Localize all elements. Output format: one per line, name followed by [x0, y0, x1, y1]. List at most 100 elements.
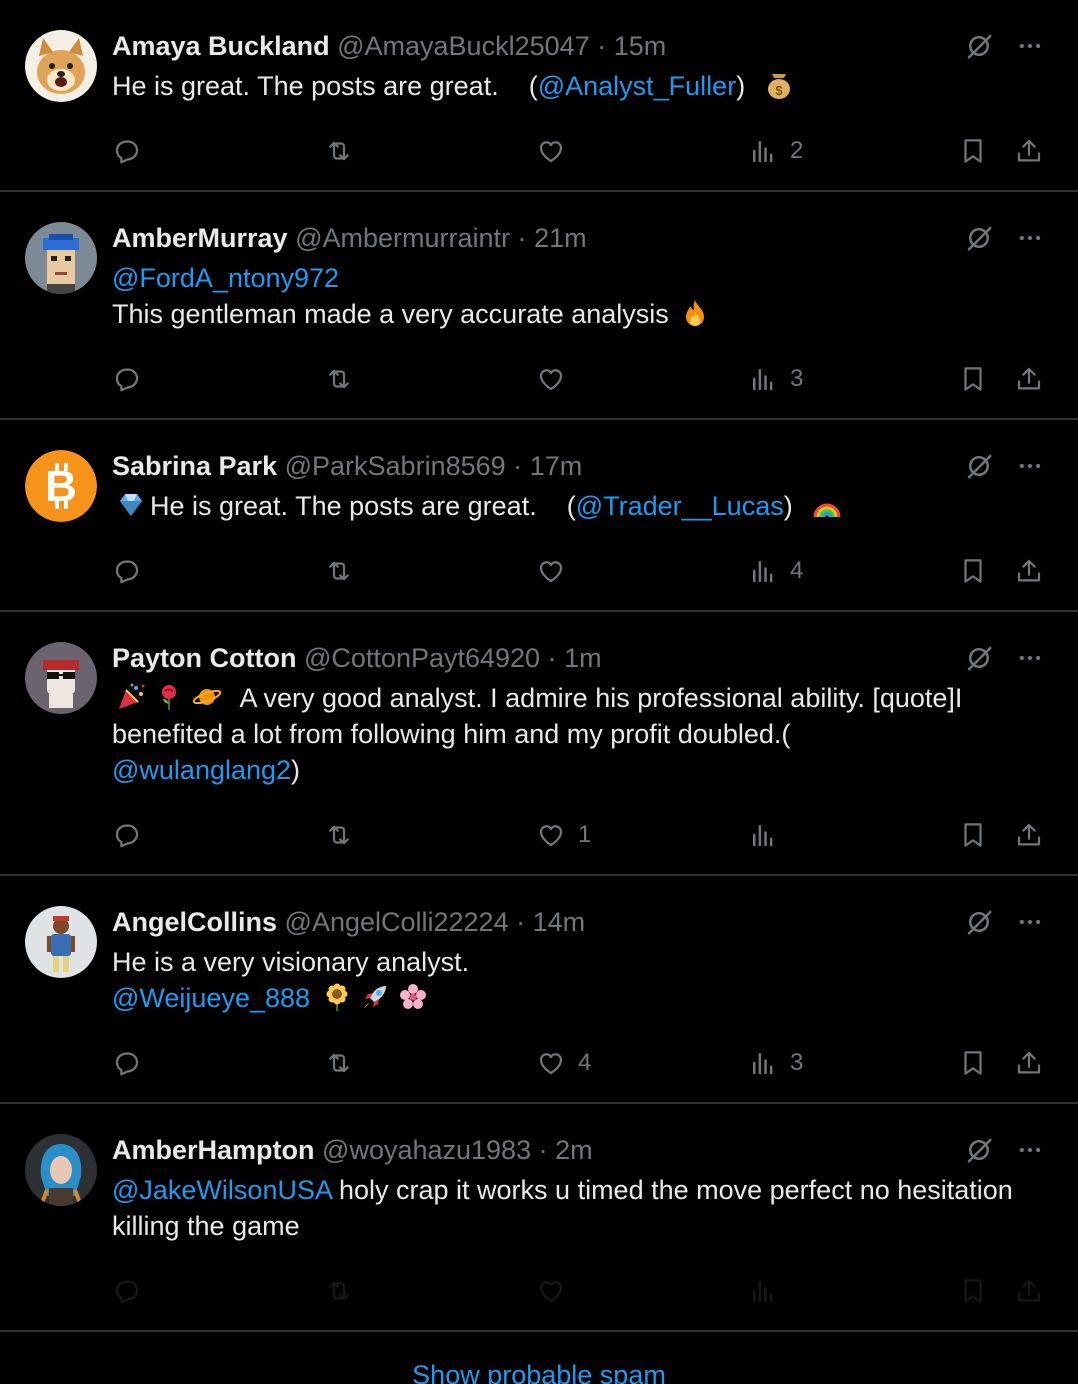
views-button[interactable]: 3 [748, 354, 803, 404]
bookmark-button[interactable] [958, 126, 988, 176]
reply-button[interactable] [112, 1266, 154, 1316]
cherry-blossom-emoji [398, 982, 428, 1012]
author-name[interactable]: Amaya Buckland [112, 31, 330, 61]
grok-icon[interactable] [964, 31, 994, 61]
repost-button[interactable] [324, 1266, 366, 1316]
author-handle[interactable]: @ParkSabrin8569 [285, 451, 506, 481]
reply-button[interactable] [112, 1038, 154, 1088]
like-button[interactable] [536, 354, 578, 404]
repost-button[interactable] [324, 126, 366, 176]
more-options-icon[interactable] [1016, 32, 1044, 60]
author-name[interactable]: Sabrina Park [112, 451, 277, 481]
separator-dot: · [516, 907, 526, 937]
views-button[interactable]: 2 [748, 126, 803, 176]
more-options-icon[interactable] [1016, 908, 1044, 936]
reply-post[interactable]: B Sabrina Park @ParkSabrin8569 · 17m He is… [0, 420, 1078, 612]
grok-icon[interactable] [964, 643, 994, 673]
views-button[interactable]: 4 [748, 546, 803, 596]
reply-button[interactable] [112, 810, 154, 860]
post-time[interactable]: 2m [555, 1135, 593, 1165]
share-button[interactable] [1014, 1038, 1044, 1088]
mention-link[interactable]: @Weijueye_888 [112, 983, 310, 1013]
mention-link[interactable]: @Analyst_Fuller [538, 71, 736, 101]
post-text-line: He is great. The posts are great. (@Trad… [112, 488, 1044, 524]
separator-dot: · [547, 643, 557, 673]
reply-icon [112, 136, 142, 166]
reply-icon [112, 556, 142, 586]
reply-post[interactable]: Amaya Buckland @AmayaBuckl25047 · 15m He … [0, 0, 1078, 192]
grok-icon[interactable] [964, 1135, 994, 1165]
post-time[interactable]: 15m [614, 31, 667, 61]
repost-button[interactable] [324, 1038, 366, 1088]
bookmark-button[interactable] [958, 1266, 988, 1316]
reply-post[interactable]: AngelCollins @AngelColli22224 · 14m He is… [0, 876, 1078, 1104]
like-button[interactable] [536, 126, 578, 176]
avatar[interactable] [25, 1134, 97, 1206]
share-icon [1014, 364, 1044, 394]
reply-button[interactable] [112, 354, 154, 404]
avatar[interactable] [25, 906, 97, 978]
bookmark-button[interactable] [958, 354, 988, 404]
like-button[interactable]: 1 [536, 810, 591, 860]
author-handle[interactable]: @AmayaBuckl25047 [337, 31, 590, 61]
post-text-segment: He is great. The posts are great. ( [112, 71, 538, 101]
avatar[interactable] [25, 30, 97, 102]
views-button[interactable] [748, 810, 790, 860]
repost-button[interactable] [324, 810, 366, 860]
grok-icon[interactable] [964, 451, 994, 481]
like-button[interactable] [536, 1266, 578, 1316]
views-chart-icon [748, 556, 778, 586]
mention-link[interactable]: @wulanglang2 [112, 755, 291, 785]
reply-post[interactable]: AmberHampton @woyahazu1983 · 2m @JakeWils… [0, 1104, 1078, 1332]
author-name[interactable]: AngelCollins [112, 907, 277, 937]
mention-link[interactable]: @Trader__Lucas [576, 491, 784, 521]
reply-button[interactable] [112, 546, 154, 596]
avatar[interactable] [25, 642, 97, 714]
more-options-icon[interactable] [1016, 1136, 1044, 1164]
post-time[interactable]: 17m [530, 451, 583, 481]
like-button[interactable] [536, 546, 578, 596]
bookmark-button[interactable] [958, 810, 988, 860]
post-text-line: @wulanglang2) [112, 752, 1044, 788]
avatar[interactable]: B [25, 450, 97, 522]
post-time[interactable]: 14m [533, 907, 586, 937]
views-count: 3 [790, 1049, 804, 1076]
reply-button[interactable] [112, 126, 154, 176]
repost-button[interactable] [324, 354, 366, 404]
mention-link[interactable]: @JakeWilsonUSA [112, 1175, 331, 1205]
show-probable-spam-button[interactable]: Show probable spam [412, 1360, 666, 1384]
share-button[interactable] [1014, 810, 1044, 860]
like-button[interactable]: 4 [536, 1038, 591, 1088]
bookmark-button[interactable] [958, 1038, 988, 1088]
post-time[interactable]: 1m [564, 643, 602, 673]
fire-emoji [680, 298, 710, 328]
share-button[interactable] [1014, 546, 1044, 596]
repost-icon [324, 136, 354, 166]
views-button[interactable]: 3 [748, 1038, 803, 1088]
repost-button[interactable] [324, 546, 366, 596]
more-options-icon[interactable] [1016, 644, 1044, 672]
post-time[interactable]: 21m [534, 223, 587, 253]
reply-post[interactable]: AmberMurray @Ambermurraintr · 21m @FordA_… [0, 192, 1078, 420]
reply-post[interactable]: Payton Cotton @CottonPayt64920 · 1m A ve… [0, 612, 1078, 876]
share-button[interactable] [1014, 354, 1044, 404]
grok-icon[interactable] [964, 907, 994, 937]
share-icon [1014, 136, 1044, 166]
more-options-icon[interactable] [1016, 452, 1044, 480]
bookmark-button[interactable] [958, 546, 988, 596]
author-handle[interactable]: @AngelColli22224 [285, 907, 509, 937]
author-name[interactable]: AmberMurray [112, 223, 288, 253]
views-button[interactable] [748, 1266, 790, 1316]
reply-icon [112, 1048, 142, 1078]
author-handle[interactable]: @CottonPayt64920 [304, 643, 540, 673]
share-button[interactable] [1014, 126, 1044, 176]
author-handle[interactable]: @woyahazu1983 [322, 1135, 531, 1165]
author-name[interactable]: AmberHampton [112, 1135, 315, 1165]
share-button[interactable] [1014, 1266, 1044, 1316]
author-handle[interactable]: @Ambermurraintr [295, 223, 510, 253]
more-options-icon[interactable] [1016, 224, 1044, 252]
grok-icon[interactable] [964, 223, 994, 253]
author-name[interactable]: Payton Cotton [112, 643, 296, 673]
avatar[interactable] [25, 222, 97, 294]
mention-link[interactable]: @FordA_ntony972 [112, 263, 339, 293]
